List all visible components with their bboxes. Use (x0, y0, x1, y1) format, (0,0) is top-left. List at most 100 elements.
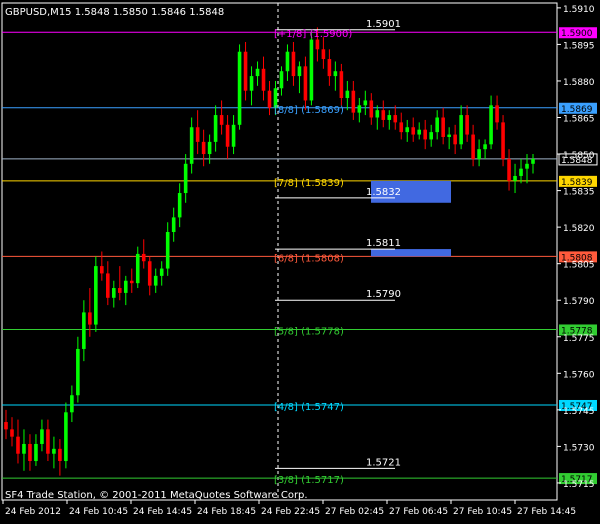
candle-body (285, 51, 290, 72)
murrey-level-label: [6/8] (1.5808) (274, 253, 344, 264)
candle-body (363, 100, 368, 106)
symbol-header: GBPUSD,M15 1.5848 1.5850 1.5846 1.5848 (5, 7, 224, 18)
candle-body (435, 117, 439, 133)
time-tick-label: 27 Feb 14:45 (517, 507, 576, 517)
candle-body (399, 122, 404, 133)
candle-body (94, 266, 98, 325)
murrey-level-label: [5/8] (1.5778) (274, 326, 344, 337)
copyright-footer: SF4 Trade Station, © 2001-2011 MetaQuote… (5, 490, 308, 501)
murrey-level-label: [8/8] (1.5869) (274, 105, 344, 116)
pivot-level-label: 1.5811 (366, 238, 401, 249)
candle-body (369, 100, 374, 118)
candle-body (255, 68, 260, 77)
time-tick-label: 24 Feb 14:45 (133, 507, 192, 517)
candle-body (279, 71, 284, 89)
price-tick-label: 1.5805 (563, 261, 595, 271)
price-chart: [+1/8] (1.5900) [8/8] (1.5869) [7/8] (1.58… (1, 2, 598, 517)
candle-body (447, 134, 451, 137)
candle-body (249, 76, 254, 91)
candle-body (345, 90, 350, 99)
price-tick-label: 1.5790 (563, 297, 595, 307)
chart-window: [+1/8] (1.5900) [8/8] (1.5869) [7/8] (1.58… (0, 0, 600, 520)
candle-body (165, 232, 170, 269)
price-tag-label: 1.5869 (561, 105, 593, 115)
price-tick-label: 1.5775 (563, 334, 595, 344)
time-tick-label: 24 Feb 2012 (5, 507, 61, 517)
time-tick-label: 27 Feb 06:45 (389, 507, 448, 517)
candle-body (46, 429, 50, 454)
price-tick-label: 1.5760 (563, 370, 595, 380)
candle-body (207, 141, 212, 155)
pivot-level-label: 1.5790 (366, 289, 401, 300)
candle-body (507, 158, 511, 181)
murrey-level-label: [+1/8] (1.5900) (274, 29, 352, 40)
price-tick-label: 1.5745 (563, 407, 595, 417)
candle-body (261, 68, 266, 91)
candle-body (351, 90, 356, 113)
candle-body (106, 273, 110, 298)
candle-body (141, 253, 146, 262)
price-tag-label: 1.5839 (561, 178, 593, 188)
candle-body (52, 448, 56, 454)
candle-body (453, 134, 457, 145)
candle-body (123, 280, 128, 293)
pivot-level-label: 1.5721 (366, 457, 401, 468)
candle-body (171, 217, 176, 233)
candle-body (465, 115, 469, 135)
candle-body (429, 132, 433, 140)
candle-body (40, 429, 44, 444)
candle-body (459, 115, 463, 145)
price-tick-label: 1.5865 (563, 115, 595, 125)
candle-body (243, 51, 248, 91)
candle-body (100, 266, 104, 274)
candle-body (531, 158, 535, 164)
candle-body (231, 124, 236, 147)
candle-body (201, 141, 206, 155)
price-tick-label: 1.5880 (563, 78, 595, 88)
candle-body (291, 51, 296, 77)
candle-body (393, 115, 398, 123)
candle-body (327, 59, 332, 77)
candle-body (159, 268, 164, 276)
candle-body (111, 288, 116, 298)
candle-body (417, 129, 422, 135)
candle-body (28, 443, 32, 462)
price-tick-label: 1.5835 (563, 188, 595, 198)
price-tick-label: 1.5730 (563, 443, 595, 453)
candle-body (525, 163, 529, 169)
candle-body (309, 39, 314, 101)
candle-body (267, 90, 272, 108)
time-tick-label: 24 Feb 10:45 (69, 507, 128, 517)
candle-body (513, 175, 517, 181)
candle-body (315, 39, 320, 50)
time-tick-label: 24 Feb 22:45 (261, 507, 320, 517)
time-tick-label: 27 Feb 10:45 (453, 507, 512, 517)
candle-body (153, 275, 158, 286)
candle-body (129, 280, 134, 284)
candle-body (76, 348, 80, 396)
candle-body (225, 124, 230, 147)
candle-body (375, 110, 380, 118)
pivot-level-label: 1.5832 (366, 187, 401, 198)
candle-body (64, 412, 68, 462)
candle-body (501, 122, 505, 159)
candle-body (189, 127, 194, 164)
candle-body (297, 66, 302, 77)
candle-body (16, 436, 20, 454)
candle-body (495, 105, 499, 123)
candle-body (405, 127, 410, 133)
candle-body (441, 117, 445, 137)
candle-body (477, 149, 481, 159)
candle-body (237, 51, 242, 125)
candle-body (117, 288, 122, 293)
candle-body (213, 115, 218, 142)
price-tick-label: 1.5910 (563, 5, 595, 15)
candle-body (471, 134, 475, 159)
candle-body (339, 71, 344, 99)
candle-body (88, 312, 92, 325)
pivot-level-label: 1.5901 (366, 19, 401, 30)
candle-body (70, 395, 74, 413)
candle-body (58, 448, 62, 462)
price-tick-label: 1.5820 (563, 224, 595, 234)
candle-body (10, 429, 14, 437)
